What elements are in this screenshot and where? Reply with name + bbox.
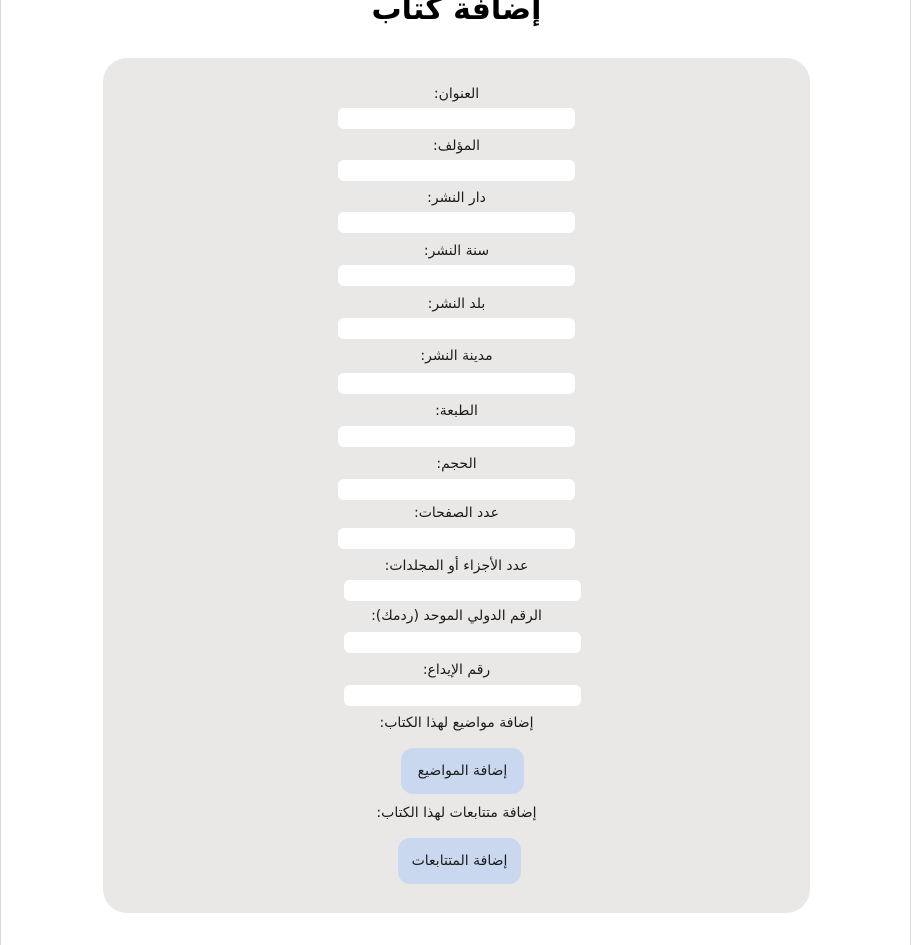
edition-label: الطبعة: <box>435 403 478 419</box>
page-count-label: عدد الصفحات: <box>414 505 499 521</box>
publisher-input[interactable] <box>338 212 575 233</box>
volumes-label: عدد الأجزاء أو المجلدات: <box>384 558 529 574</box>
add-series-label: إضافة متتابعات لهذا الكتاب: <box>376 805 537 821</box>
publication-year-label: سنة النشر: <box>423 243 490 259</box>
edition-input[interactable] <box>338 426 575 447</box>
publisher-label: دار النشر: <box>427 190 486 206</box>
add-subjects-label: إضافة مواضيع لهذا الكتاب: <box>379 715 534 731</box>
deposit-number-input[interactable] <box>344 685 581 706</box>
title-input[interactable] <box>338 108 575 129</box>
publication-year-input[interactable] <box>338 265 575 286</box>
add-series-button[interactable]: إضافة المتتابعات <box>398 838 521 884</box>
publication-country-label: بلد النشر: <box>427 296 486 312</box>
title-label: العنوان: <box>433 86 480 102</box>
isbn-label: الرقم الدولي الموحد (ردمك): <box>371 608 542 624</box>
isbn-input[interactable] <box>344 632 581 653</box>
size-label: الحجم: <box>436 456 477 472</box>
page-count-input[interactable] <box>338 528 575 549</box>
size-input[interactable] <box>338 479 575 500</box>
add-subjects-button[interactable]: إضافة المواضيع <box>401 748 524 794</box>
deposit-number-label: رقم الإيداع: <box>422 662 491 678</box>
publication-country-input[interactable] <box>338 318 575 339</box>
author-label: المؤلف: <box>433 138 480 154</box>
volumes-input[interactable] <box>344 580 581 601</box>
page-title: إضافة كتاب <box>371 0 542 27</box>
publication-city-input[interactable] <box>338 373 575 394</box>
publication-city-label: مدينة النشر: <box>420 348 493 364</box>
author-input[interactable] <box>338 160 575 181</box>
